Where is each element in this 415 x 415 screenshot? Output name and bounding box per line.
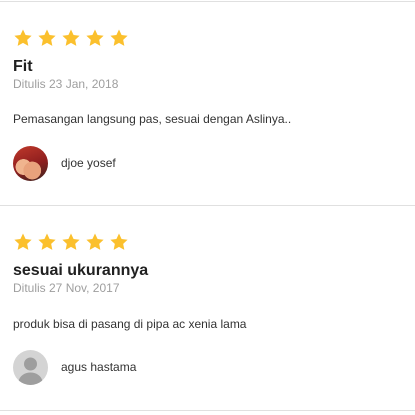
star-icon xyxy=(109,232,129,252)
review-title: sesuai ukurannya xyxy=(13,262,149,279)
star-icon xyxy=(61,232,81,252)
review-body: produk bisa di pasang di pipa ac xenia l… xyxy=(13,317,247,331)
default-user-icon[interactable] xyxy=(13,350,48,385)
review-item: sesuai ukurannya Ditulis 27 Nov, 2017 pr… xyxy=(13,232,408,402)
author-name[interactable]: djoe yosef xyxy=(61,156,116,171)
star-icon xyxy=(85,232,105,252)
review-title: Fit xyxy=(13,58,33,75)
star-icon xyxy=(13,28,33,48)
review-divider xyxy=(0,410,415,411)
review-author[interactable]: agus hastama xyxy=(13,350,136,385)
star-icon xyxy=(61,28,81,48)
avatar[interactable] xyxy=(13,146,48,181)
star-rating xyxy=(13,232,408,252)
review-divider xyxy=(0,205,415,206)
review-item: Fit Ditulis 23 Jan, 2018 Pemasangan lang… xyxy=(13,28,408,198)
star-icon xyxy=(109,28,129,48)
star-icon xyxy=(13,232,33,252)
star-icon xyxy=(37,28,57,48)
author-name[interactable]: agus hastama xyxy=(61,360,136,375)
review-date: Ditulis 23 Jan, 2018 xyxy=(13,77,119,91)
review-date: Ditulis 27 Nov, 2017 xyxy=(13,281,120,295)
top-divider xyxy=(0,1,415,2)
star-icon xyxy=(85,28,105,48)
review-author[interactable]: djoe yosef xyxy=(13,146,116,181)
review-body: Pemasangan langsung pas, sesuai dengan A… xyxy=(13,112,292,126)
star-rating xyxy=(13,28,408,48)
star-icon xyxy=(37,232,57,252)
